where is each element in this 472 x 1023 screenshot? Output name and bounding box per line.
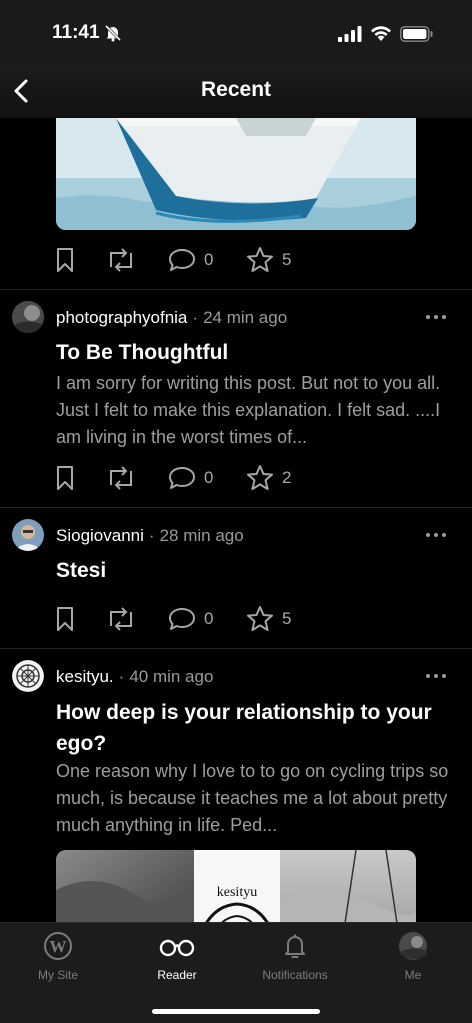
bookmark-icon	[57, 248, 73, 272]
reader-feed[interactable]: 0 5 photographyofnia · 24 min ago To Be Th…	[0, 118, 472, 922]
post-time: 28 min ago	[159, 526, 244, 545]
author-name[interactable]: photographyofnia	[56, 308, 187, 327]
like-button[interactable]: 5	[246, 245, 291, 275]
bookmark-icon	[57, 466, 73, 490]
tab-label: Me	[404, 968, 422, 982]
more-options-icon[interactable]	[424, 671, 448, 681]
bookmark-button[interactable]	[56, 245, 74, 275]
nav-bar: Recent	[0, 64, 472, 118]
cycling-image: kesityu	[56, 850, 416, 922]
post-title[interactable]: To Be Thoughtful	[56, 337, 456, 368]
reblog-button[interactable]	[106, 245, 136, 275]
bell-icon	[285, 934, 305, 958]
post-title[interactable]: Stesi	[56, 555, 456, 586]
tab-label: Reader	[157, 968, 197, 982]
post-excerpt[interactable]: I am sorry for writing this post. But no…	[56, 370, 458, 451]
reblog-button[interactable]	[106, 463, 136, 493]
star-icon	[247, 247, 273, 272]
boat-image	[56, 118, 416, 230]
divider	[0, 648, 472, 649]
image-caption: kesityu	[217, 885, 257, 900]
like-count: 2	[282, 468, 292, 487]
tab-me[interactable]: Me	[363, 931, 463, 991]
avatar-icon	[399, 932, 427, 960]
wifi-icon	[371, 26, 391, 41]
bookmark-button[interactable]	[56, 463, 74, 493]
bell-off-icon	[104, 24, 122, 42]
comments-button[interactable]: 0	[168, 463, 213, 493]
post-time: 24 min ago	[203, 308, 288, 327]
page-title: Recent	[200, 78, 272, 101]
like-button[interactable]: 5	[246, 604, 291, 634]
status-time: 11:41	[52, 22, 100, 43]
comments-button[interactable]: 0	[168, 245, 213, 275]
tab-label: My Site	[37, 968, 78, 982]
svg-text:W: W	[50, 937, 67, 956]
comments-button[interactable]: 0	[168, 604, 213, 634]
post-title[interactable]: How deep is your relationship to your eg…	[56, 697, 456, 759]
divider	[0, 289, 472, 290]
tab-label: Notifications	[262, 968, 328, 982]
comment-count: 0	[204, 609, 214, 628]
comment-icon	[169, 608, 195, 630]
post-featured-image[interactable]	[56, 118, 416, 230]
more-options-icon[interactable]	[424, 530, 448, 540]
reblog-icon	[110, 607, 132, 631]
comment-icon	[169, 467, 195, 489]
glasses-icon	[159, 939, 195, 957]
bookmark-icon	[57, 607, 73, 631]
wordpress-icon: W	[44, 932, 72, 960]
star-icon	[247, 465, 273, 490]
author-avatar[interactable]	[12, 660, 44, 692]
post-meta: photographyofnia · 24 min ago	[56, 308, 288, 327]
like-count: 5	[282, 609, 292, 628]
home-indicator[interactable]	[152, 1009, 320, 1014]
tab-my-site[interactable]: W My Site	[8, 931, 108, 991]
like-count: 5	[282, 250, 292, 269]
tab-bar: W My Site Reader Notifications Me	[0, 922, 472, 1023]
reblog-button[interactable]	[106, 604, 136, 634]
post-actions: 0 2	[56, 463, 316, 493]
tab-reader[interactable]: Reader	[127, 931, 227, 991]
like-button[interactable]: 2	[246, 463, 291, 493]
reblog-icon	[110, 466, 132, 490]
post-excerpt[interactable]: One reason why I love to to go on cyclin…	[56, 758, 458, 839]
star-icon	[247, 606, 273, 631]
battery-icon	[400, 26, 433, 42]
author-avatar[interactable]	[12, 519, 44, 551]
author-avatar[interactable]	[12, 301, 44, 333]
author-name[interactable]: Siogiovanni	[56, 526, 144, 545]
bookmark-button[interactable]	[56, 604, 74, 634]
comment-count: 0	[204, 250, 214, 269]
more-options-icon[interactable]	[424, 312, 448, 322]
post-actions: 0 5	[56, 245, 316, 275]
post-actions: 0 5	[56, 604, 316, 634]
cellular-signal-icon	[338, 26, 362, 42]
comment-icon	[169, 249, 195, 271]
divider	[0, 507, 472, 508]
status-bar: 11:41	[0, 0, 472, 64]
post-meta: kesityu. · 40 min ago	[56, 667, 214, 686]
post-time: 40 min ago	[129, 667, 214, 686]
post-meta: Siogiovanni · 28 min ago	[56, 526, 244, 545]
reblog-icon	[110, 248, 132, 272]
tab-notifications[interactable]: Notifications	[245, 931, 345, 991]
comment-count: 0	[204, 468, 214, 487]
author-name[interactable]: kesityu.	[56, 667, 114, 686]
post-featured-image[interactable]: kesityu	[56, 850, 416, 922]
